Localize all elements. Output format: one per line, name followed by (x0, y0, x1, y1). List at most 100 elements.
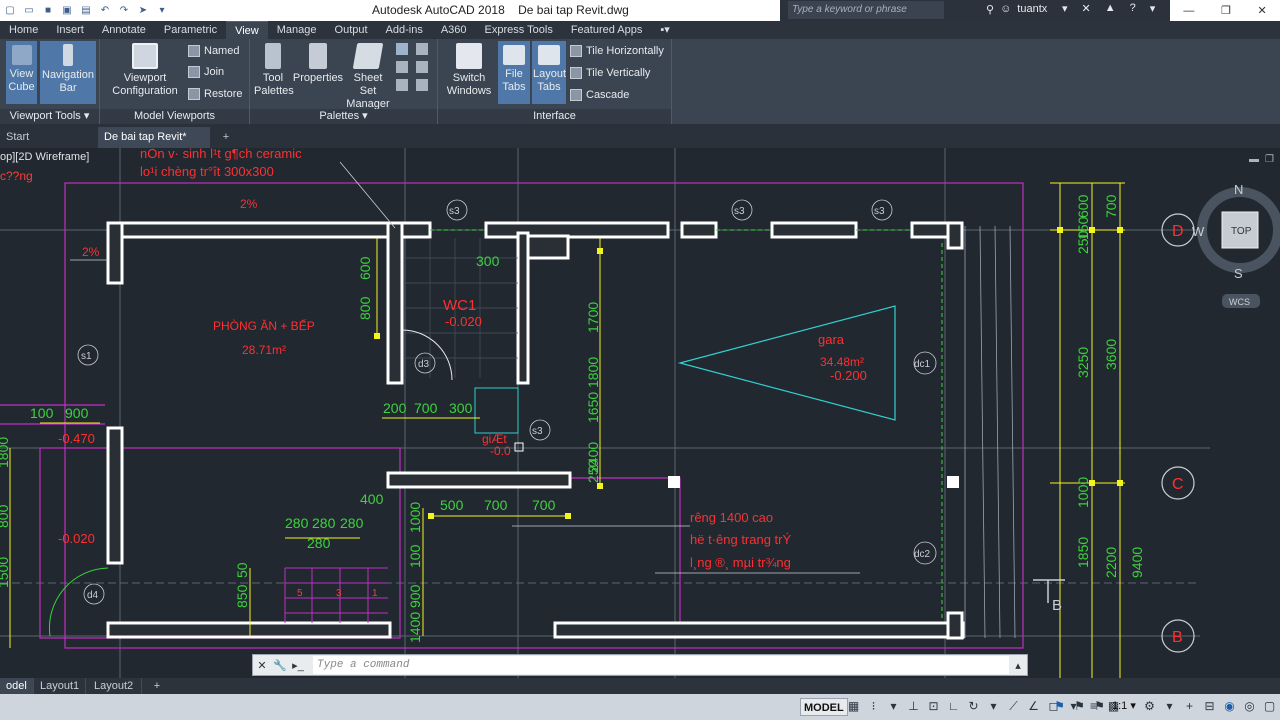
palette-small-1-icon[interactable] (396, 43, 408, 55)
auto-scale-icon[interactable]: ⚑ (1072, 698, 1087, 714)
infer-constraints-icon[interactable]: ⊥ (906, 698, 921, 714)
cascade-button[interactable]: Cascade (570, 86, 629, 104)
viewport-minimize-icon[interactable]: ▬ (1249, 154, 1259, 165)
exchange-icon[interactable]: ✕ (1082, 2, 1091, 15)
join-button[interactable]: Join (188, 63, 224, 81)
sheet-set-manager-button[interactable]: Sheet Set Manager (344, 43, 392, 111)
restore-button[interactable]: Restore (188, 85, 243, 103)
view-cube-button[interactable]: View Cube (6, 41, 37, 104)
properties-button[interactable]: Properties (292, 43, 344, 85)
undo-icon[interactable]: ↶ (97, 2, 113, 18)
ribbon-tab-add-ins[interactable]: Add-ins (377, 21, 432, 39)
snap-mode-icon[interactable]: ⁝ (866, 698, 881, 714)
share-icon[interactable]: ➤ (135, 2, 151, 18)
snap-dropdown-icon[interactable]: ▾ (886, 698, 901, 714)
dynamic-input-icon[interactable]: ⊡ (926, 698, 941, 714)
file-tabs-button[interactable]: File Tabs (498, 41, 530, 104)
minimize-icon[interactable]: — (1183, 5, 1194, 17)
ribbon-tab-annotate[interactable]: Annotate (93, 21, 155, 39)
ribbon-tab-featured-apps[interactable]: Featured Apps (562, 21, 652, 39)
command-customize-icon[interactable]: 🔧 (271, 656, 289, 674)
ribbon-more-icon[interactable]: ▪▾ (651, 21, 678, 39)
tab-layout1[interactable]: Layout1 (34, 678, 86, 694)
panel-model-viewports: Viewport Configuration Named Join Restor… (100, 39, 250, 124)
tab-drawing[interactable]: De bai tap Revit* ✕ (98, 127, 210, 163)
ribbon-tab-home[interactable]: Home (0, 21, 47, 39)
drawing-viewport[interactable]: op][2D Wireframe] c??ng ▬ ❐ nÒn v· sinh … (0, 148, 1280, 678)
ribbon-tab-parametric[interactable]: Parametric (155, 21, 226, 39)
viewport-tools-label[interactable]: Viewport Tools ▾ (0, 109, 99, 124)
command-scroll-icon[interactable]: ▴ (1009, 656, 1027, 674)
new-tab-button[interactable]: + (216, 127, 236, 148)
redo-icon[interactable]: ↷ (116, 2, 132, 18)
annotation-scale-icon[interactable]: ⚑ (1092, 698, 1107, 714)
qat-dropdown-icon[interactable]: ▾ (154, 2, 170, 18)
save-as-icon[interactable]: ▣ (59, 2, 75, 18)
ribbon-tab-insert[interactable]: Insert (47, 21, 93, 39)
layout-tabs-button[interactable]: Layout Tabs (532, 41, 566, 104)
viewport-controls-label[interactable]: op][2D Wireframe] (0, 151, 89, 163)
ortho-icon[interactable]: ∟ (946, 698, 961, 714)
tile-vertically-button[interactable]: Tile Vertically (570, 64, 650, 82)
workspace-gear-icon[interactable]: ⚙ (1142, 698, 1157, 714)
user-account[interactable]: ⚲ ☺ tuantx (986, 3, 1047, 16)
viewcube[interactable] (1197, 187, 1280, 308)
tab-model[interactable]: odel (0, 678, 34, 694)
dimension-text: 1650 (585, 392, 601, 423)
palette-small-4-icon[interactable] (416, 61, 428, 73)
new-icon[interactable]: ▢ (2, 2, 18, 18)
cart-icon[interactable]: ▾ (1062, 2, 1068, 15)
polar-tracking-icon[interactable]: ↻ (966, 698, 981, 714)
tile-horizontally-button[interactable]: Tile Horizontally (570, 42, 664, 60)
polar-dropdown-icon[interactable]: ▾ (986, 698, 1001, 714)
tab-layout2[interactable]: Layout2 (88, 678, 142, 694)
navigation-bar-button[interactable]: Navigation Bar (40, 41, 96, 104)
palette-small-6-icon[interactable] (416, 79, 428, 91)
viewport-maximize-icon[interactable]: ❐ (1265, 154, 1274, 165)
switch-windows-button[interactable]: Switch Windows (446, 43, 492, 98)
help-icon[interactable]: ? (1130, 2, 1136, 15)
grip-markers (514, 442, 959, 488)
ribbon-tab-manage[interactable]: Manage (268, 21, 326, 39)
close-icon[interactable]: ✕ (1257, 4, 1266, 17)
grid-display-icon[interactable]: ▦ (846, 698, 861, 714)
connect-icon[interactable]: ▲ (1105, 2, 1116, 15)
restore-icon[interactable]: ❐ (1221, 4, 1231, 17)
tab-start[interactable]: Start (0, 127, 96, 148)
clean-screen-icon[interactable]: ▢ (1262, 698, 1277, 714)
add-layout-button[interactable]: + (146, 678, 168, 694)
palettes-label[interactable]: Palettes ▾ (250, 109, 437, 124)
hardware-acceleration-icon[interactable]: ◎ (1242, 698, 1257, 714)
command-close-icon[interactable]: ✕ (253, 656, 271, 674)
binoculars-icon[interactable]: ⚲ (986, 3, 994, 16)
command-line: ✕ 🔧 ▸_ Type a command ▴ (252, 654, 1028, 676)
open-icon[interactable]: ▭ (21, 2, 37, 18)
command-recent-icon[interactable]: ▸_ (289, 656, 307, 674)
model-space-button[interactable]: MODEL (800, 698, 848, 716)
ribbon-tab-view[interactable]: View (226, 21, 268, 39)
tag-s1: s1 (81, 351, 92, 362)
save-icon[interactable]: ■ (40, 2, 56, 18)
tool-palettes-button[interactable]: Tool Palettes (254, 43, 294, 98)
plot-icon[interactable]: ▤ (78, 2, 94, 18)
help-dropdown-icon[interactable]: ▾ (1150, 2, 1156, 15)
annotation-scale[interactable]: 1:1 ▾ (1112, 699, 1136, 712)
ribbon-tab-express-tools[interactable]: Express Tools (476, 21, 562, 39)
palette-small-5-icon[interactable] (396, 79, 408, 91)
username[interactable]: tuantx (1017, 3, 1047, 16)
named-button[interactable]: Named (188, 42, 239, 60)
isolate-objects-icon[interactable]: ◉ (1222, 698, 1237, 714)
object-snap-tracking-icon[interactable]: ∠ (1026, 698, 1041, 714)
annotation-visibility-icon[interactable]: ⚑ (1052, 698, 1067, 714)
isodraft-icon[interactable]: ⟋ (1006, 698, 1021, 714)
command-input[interactable]: Type a command (313, 656, 1009, 674)
viewport-configuration-button[interactable]: Viewport Configuration (106, 43, 184, 98)
search-input[interactable]: Type a keyword or phrase (788, 1, 944, 19)
workspace-dropdown-icon[interactable]: ▾ (1162, 698, 1177, 714)
ribbon-tab-output[interactable]: Output (326, 21, 377, 39)
ribbon-tab-a360[interactable]: A360 (432, 21, 476, 39)
palette-small-2-icon[interactable] (416, 43, 428, 55)
palette-small-3-icon[interactable] (396, 61, 408, 73)
add-scale-icon[interactable]: + (1182, 698, 1197, 714)
units-icon[interactable]: ⊟ (1202, 698, 1217, 714)
